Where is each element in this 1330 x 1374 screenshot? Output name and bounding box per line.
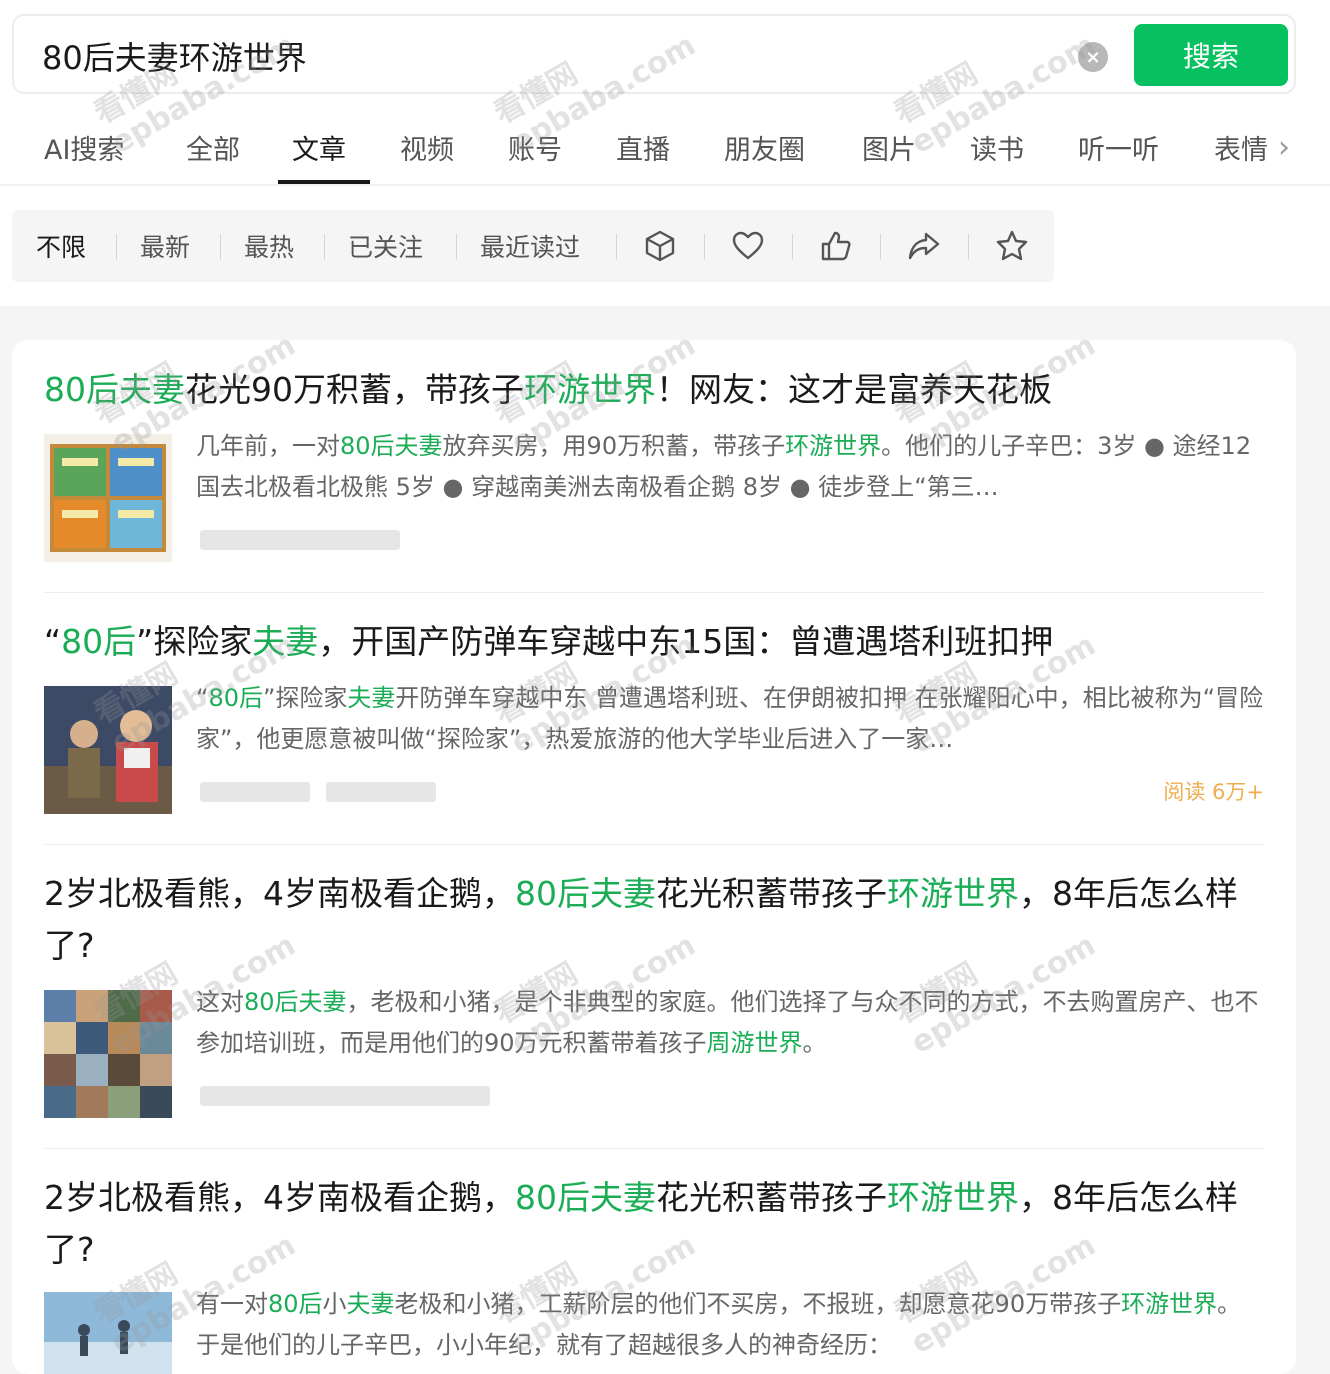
result-snippet: 有一对80后小夫妻老极和小猪，工薪阶层的他们不买房，不报班，却愿意花90万带孩子… <box>196 1284 1264 1366</box>
share-icon[interactable] <box>906 228 942 264</box>
highlighted-keyword: 80后 <box>208 684 263 712</box>
active-tab-indicator <box>278 180 370 184</box>
result-divider <box>44 592 1264 593</box>
result-title[interactable]: 80后夫妻花光90万积蓄，带孩子环游世界！网友：这才是富养天花板 <box>44 364 1264 416</box>
filter-divider <box>792 234 793 260</box>
filter-divider <box>880 234 881 260</box>
highlighted-keyword: 环游世界 <box>887 874 1019 913</box>
result-snippet: “80后”探险家夫妻开防弹车穿越中东 曾遭遇塔利班、在伊朗被扣押 在张耀阳心中，… <box>196 678 1264 760</box>
highlighted-keyword: 80后夫妻 <box>244 988 347 1016</box>
text-fragment: “ <box>196 684 209 712</box>
text-fragment: 几年前，一对 <box>196 432 340 460</box>
result-divider <box>44 844 1264 845</box>
highlighted-keyword: 周游世界 <box>706 1029 803 1057</box>
tab-all[interactable]: 全部 <box>186 128 240 167</box>
highlighted-keyword: 环游世界 <box>887 1178 1019 1217</box>
highlighted-keyword: 80后夫妻 <box>340 432 443 460</box>
filter-divider <box>116 234 117 260</box>
result-item[interactable]: “80后”探险家夫妻，开国产防弹车穿越中东15国：曾遭遇塔利班扣押 “80后”探… <box>44 616 1264 814</box>
result-snippet: 几年前，一对80后夫妻放弃买房，用90万积蓄，带孩子环游世界。他们的儿子辛巴：3… <box>196 426 1264 508</box>
tab-articles[interactable]: 文章 <box>292 128 346 167</box>
result-item[interactable]: 2岁北极看熊，4岁南极看企鹅，80后夫妻花光积蓄带孩子环游世界，8年后怎么样了?… <box>44 868 1264 1118</box>
tab-ai-search[interactable]: AI搜索 <box>44 128 124 167</box>
thumbs-up-icon[interactable] <box>818 228 854 264</box>
result-thumbnail[interactable] <box>44 1292 172 1374</box>
filter-divider <box>704 234 705 260</box>
highlighted-keyword: 环游世界 <box>785 432 882 460</box>
cube-icon[interactable] <box>642 228 678 264</box>
result-source-blurred <box>200 1086 490 1106</box>
result-snippet: 这对80后夫妻，老极和小猪，是个非典型的家庭。他们选择了与众不同的方式，不去购置… <box>196 982 1264 1064</box>
text-fragment: 放弃买房，用90万积蓄，带孩子 <box>442 432 786 460</box>
filter-divider <box>616 234 617 260</box>
filter-recently-read[interactable]: 最近读过 <box>480 228 580 264</box>
star-icon[interactable] <box>994 228 1030 264</box>
text-fragment: ！网友：这才是富养天花板 <box>656 370 1052 409</box>
tab-stickers[interactable]: 表情 <box>1214 128 1274 167</box>
filter-divider <box>220 234 221 260</box>
result-title[interactable]: 2岁北极看熊，4岁南极看企鹅，80后夫妻花光积蓄带孩子环游世界，8年后怎么样了? <box>44 868 1264 972</box>
text-fragment: ，开国产防弹车穿越中东15国：曾遭遇塔利班扣押 <box>318 622 1054 661</box>
search-input[interactable] <box>42 36 1042 76</box>
highlighted-keyword: 夫妻 <box>346 1290 395 1318</box>
text-fragment: 花光积蓄带孩子 <box>656 1178 887 1217</box>
text-fragment: 小 <box>322 1290 347 1318</box>
tab-books[interactable]: 读书 <box>970 128 1024 167</box>
result-date-blurred <box>326 782 436 802</box>
highlighted-keyword: 环游世界 <box>1121 1290 1218 1318</box>
chevron-right-icon[interactable]: › <box>1278 130 1290 165</box>
tab-bar: AI搜索 全部 文章 视频 账号 直播 朋友圈 图片 读书 听一听 表情 › <box>0 110 1330 186</box>
highlighted-keyword: 环游世界 <box>524 370 656 409</box>
tab-listen[interactable]: 听一听 <box>1078 128 1159 167</box>
search-button[interactable]: 搜索 <box>1134 24 1288 86</box>
result-thumbnail[interactable] <box>44 990 172 1118</box>
filter-bar: 不限 最新 最热 已关注 最近读过 <box>12 210 1054 282</box>
filter-followed[interactable]: 已关注 <box>348 228 423 264</box>
tab-videos[interactable]: 视频 <box>400 128 454 167</box>
result-thumbnail[interactable] <box>44 434 172 562</box>
highlighted-keyword: 80后夫妻 <box>515 1178 656 1217</box>
filter-latest[interactable]: 最新 <box>140 228 190 264</box>
filter-divider <box>324 234 325 260</box>
tab-accounts[interactable]: 账号 <box>508 128 562 167</box>
highlighted-keyword: 80后 <box>268 1290 323 1318</box>
highlighted-keyword: 80后夫妻 <box>44 370 185 409</box>
result-item[interactable]: 2岁北极看熊，4岁南极看企鹅，80后夫妻花光积蓄带孩子环游世界，8年后怎么样了?… <box>44 1172 1264 1374</box>
text-fragment: 花光积蓄带孩子 <box>656 874 887 913</box>
filter-hottest[interactable]: 最热 <box>244 228 294 264</box>
result-title[interactable]: “80后”探险家夫妻，开国产防弹车穿越中东15国：曾遭遇塔利班扣押 <box>44 616 1264 668</box>
highlighted-keyword: 夫妻 <box>252 622 319 661</box>
tab-moments[interactable]: 朋友圈 <box>724 128 805 167</box>
highlighted-keyword: 夫妻 <box>347 684 396 712</box>
text-fragment: 有一对 <box>196 1290 268 1318</box>
result-read-count: 阅读 6万+ <box>1163 780 1264 804</box>
filter-divider <box>456 234 457 260</box>
text-fragment: 2岁北极看熊，4岁南极看企鹅， <box>44 1178 515 1217</box>
result-source-blurred <box>200 782 310 802</box>
text-fragment: ”探险家 <box>136 622 253 661</box>
text-fragment: 花光90万积蓄，带孩子 <box>185 370 524 409</box>
text-fragment: 2岁北极看熊，4岁南极看企鹅， <box>44 874 515 913</box>
text-fragment: ”探险家 <box>262 684 348 712</box>
filter-any[interactable]: 不限 <box>36 228 86 264</box>
text-fragment: 老极和小猪，工薪阶层的他们不买房，不报班，却愿意花90万带孩子 <box>394 1290 1122 1318</box>
result-title[interactable]: 2岁北极看熊，4岁南极看企鹅，80后夫妻花光积蓄带孩子环游世界，8年后怎么样了? <box>44 1172 1264 1276</box>
search-bar: × 搜索 <box>12 14 1296 94</box>
heart-icon[interactable] <box>730 228 766 264</box>
result-source-blurred <box>200 530 400 550</box>
text-fragment: 这对 <box>196 988 244 1016</box>
highlighted-keyword: 80后 <box>61 622 137 661</box>
tab-live[interactable]: 直播 <box>616 128 670 167</box>
tab-images[interactable]: 图片 <box>862 128 916 167</box>
result-item[interactable]: 80后夫妻花光90万积蓄，带孩子环游世界！网友：这才是富养天花板 几年前，一对8… <box>44 364 1264 562</box>
text-fragment: “ <box>44 622 62 661</box>
result-divider <box>44 1148 1264 1149</box>
text-fragment: 。 <box>802 1029 827 1057</box>
clear-icon[interactable]: × <box>1078 42 1108 72</box>
result-thumbnail[interactable] <box>44 686 172 814</box>
highlighted-keyword: 80后夫妻 <box>515 874 656 913</box>
filter-divider <box>968 234 969 260</box>
